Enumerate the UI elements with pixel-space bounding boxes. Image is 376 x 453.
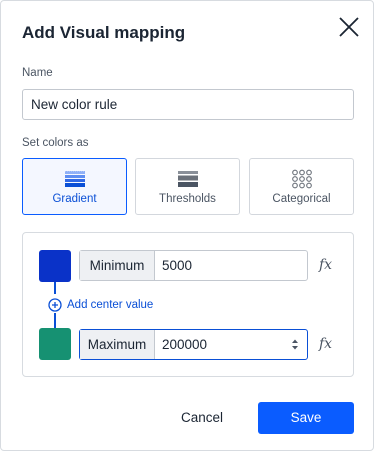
connector-line bbox=[54, 282, 56, 294]
close-icon[interactable] bbox=[337, 15, 361, 39]
thresholds-icon bbox=[178, 171, 198, 187]
minimum-field: Minimum 5000 bbox=[79, 250, 308, 281]
connector-line bbox=[54, 313, 56, 329]
maximum-color-swatch[interactable] bbox=[39, 328, 71, 360]
option-gradient[interactable]: Gradient bbox=[22, 158, 127, 215]
add-center-icon[interactable] bbox=[48, 298, 62, 312]
dialog-title: Add Visual mapping bbox=[22, 23, 186, 42]
maximum-formula-icon[interactable]: fx bbox=[319, 336, 332, 352]
add-visual-mapping-dialog: Add Visual mapping Name New color rule S… bbox=[0, 0, 374, 451]
maximum-label: Maximum bbox=[80, 330, 155, 359]
set-colors-label: Set colors as bbox=[22, 137, 89, 149]
save-button[interactable]: Save bbox=[258, 402, 354, 434]
minimum-input[interactable]: 5000 bbox=[162, 251, 192, 280]
add-center-value-link[interactable]: Add center value bbox=[67, 299, 153, 311]
minimum-label: Minimum bbox=[80, 251, 155, 280]
cancel-button[interactable]: Cancel bbox=[165, 402, 239, 434]
number-stepper-icon[interactable] bbox=[291, 338, 299, 351]
minimum-color-swatch[interactable] bbox=[39, 250, 71, 282]
minimum-formula-icon[interactable]: fx bbox=[319, 257, 332, 273]
categorical-icon bbox=[292, 169, 312, 189]
option-thresholds-label: Thresholds bbox=[159, 193, 216, 205]
option-categorical[interactable]: Categorical bbox=[249, 158, 354, 215]
option-thresholds[interactable]: Thresholds bbox=[135, 158, 240, 215]
gradient-icon bbox=[65, 170, 85, 187]
name-label: Name bbox=[22, 67, 53, 79]
maximum-input[interactable]: 200000 bbox=[162, 330, 207, 359]
option-gradient-label: Gradient bbox=[52, 193, 97, 205]
maximum-field: Maximum 200000 bbox=[79, 329, 308, 360]
option-categorical-label: Categorical bbox=[272, 193, 331, 205]
name-input[interactable]: New color rule bbox=[22, 89, 354, 120]
